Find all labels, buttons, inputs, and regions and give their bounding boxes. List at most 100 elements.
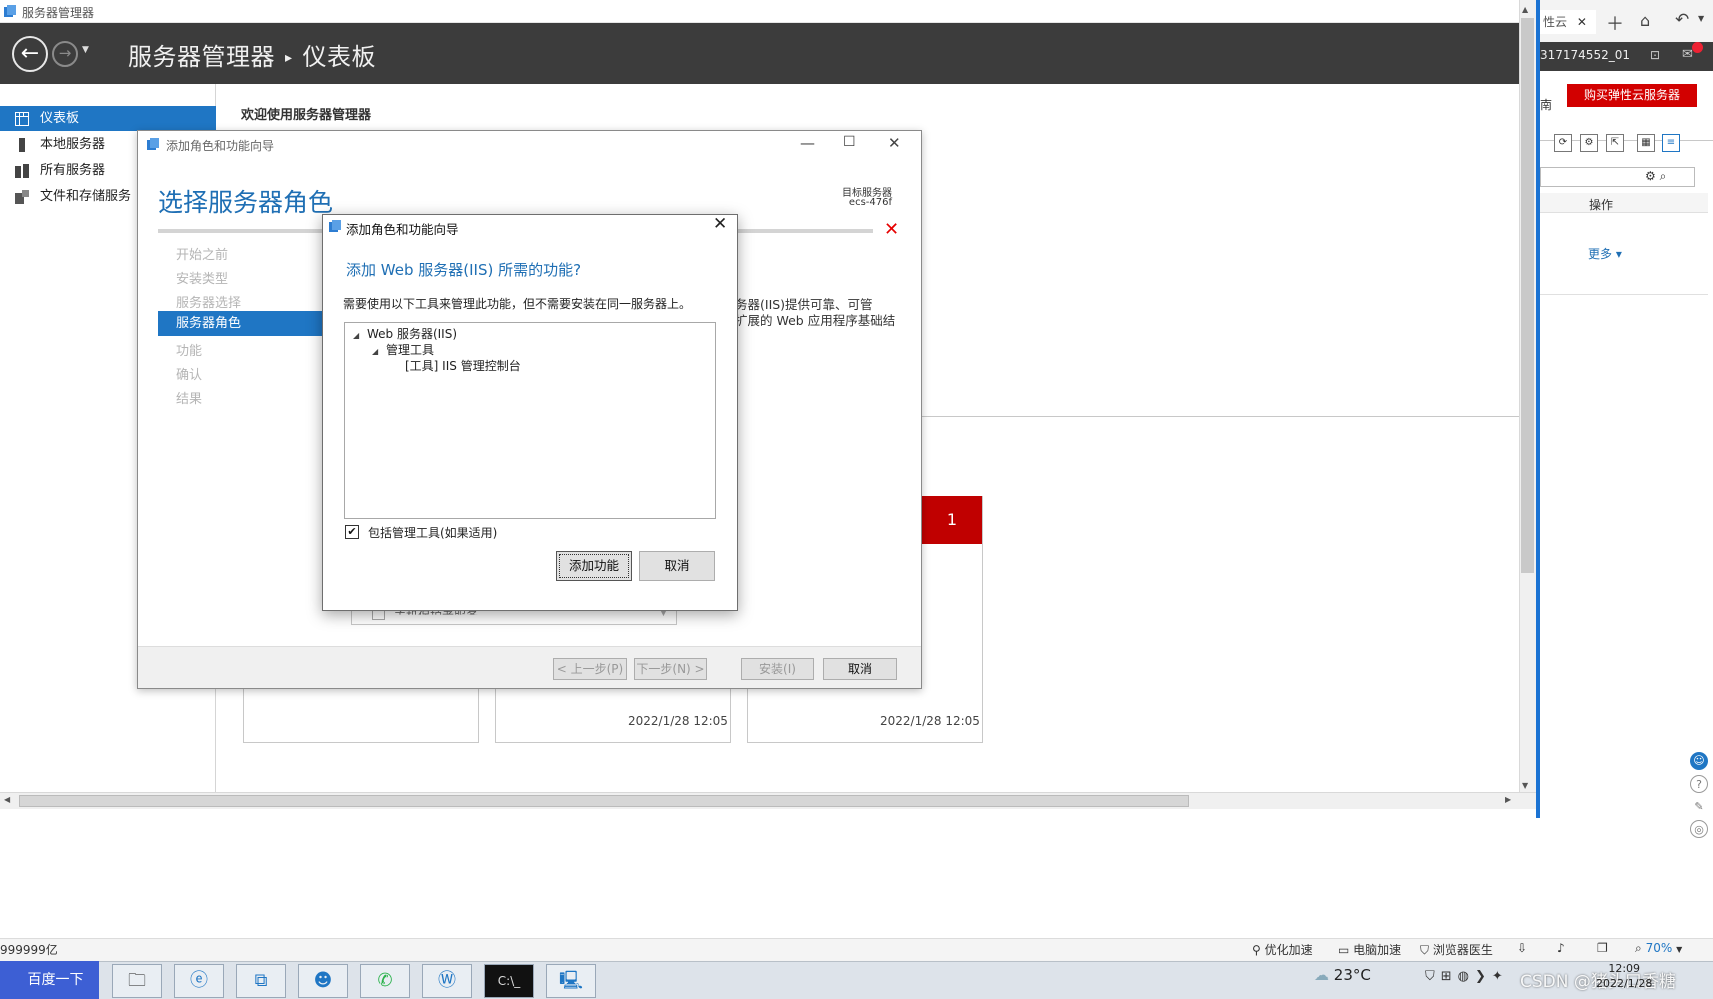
optimize-speed-item[interactable]: ⚲ 优化加速 (1252, 941, 1313, 958)
sidebar-item-label: 本地服务器 (40, 137, 106, 152)
wizard-step[interactable]: 安装类型 (176, 268, 228, 287)
scroll-left-icon[interactable]: ◀ (4, 795, 10, 804)
close-icon[interactable]: ✕ (888, 134, 901, 152)
help-icon[interactable]: ? (1690, 775, 1708, 793)
wizard-step[interactable]: 功能 (176, 340, 202, 359)
gear-icon[interactable]: ⚙ (1580, 134, 1598, 152)
browser-tab[interactable]: 性云 ✕ (1540, 10, 1596, 34)
list-view-icon[interactable]: ≡ (1662, 134, 1680, 152)
close-tab-icon[interactable]: ✕ (1571, 15, 1587, 29)
network-icon[interactable]: ⊞ (1441, 969, 1458, 984)
chevron-icon[interactable]: ❯ (1475, 969, 1492, 984)
tab-label: 性云 (1543, 15, 1568, 29)
search-icon[interactable]: ⚙ ⌕ (1645, 169, 1666, 184)
bird-icon[interactable]: ✦ (1492, 969, 1509, 984)
wizard-step[interactable]: 确认 (176, 364, 202, 383)
new-tab-icon[interactable]: ＋ (1606, 10, 1624, 36)
wizard-step-active[interactable]: 服务器角色 (158, 311, 322, 336)
tree-item-leaf[interactable]: [工具] IIS 管理控制台 (405, 357, 521, 374)
dialog-title: 添加角色和功能向导 (346, 222, 459, 237)
wizard-step[interactable]: 服务器选择 (176, 292, 241, 311)
undo-icon[interactable]: ↶ (1675, 10, 1689, 30)
divider (919, 416, 1519, 417)
wizard-step[interactable]: 开始之前 (176, 244, 228, 263)
clock-time: 12:09 (1608, 962, 1641, 975)
shield-icon[interactable]: ⛉ (1425, 969, 1441, 984)
edit-icon[interactable]: ✎ (1690, 798, 1708, 816)
globe-icon[interactable]: ◍ (1458, 969, 1475, 984)
weather-widget[interactable]: ☁ 23°C (1314, 966, 1371, 984)
network-monitor-icon[interactable]: 🖳 (546, 964, 596, 998)
scroll-right-icon[interactable]: ▶ (1505, 795, 1511, 804)
maximize-icon[interactable]: ☐ (843, 134, 856, 150)
include-tools-label: 包括管理工具(如果适用) (368, 526, 498, 540)
command-prompt-icon[interactable]: C:\_ (484, 964, 534, 998)
window-icon[interactable]: ❐ (1597, 941, 1608, 955)
taskbar-clock[interactable]: 12:09 2022/1/28 (1596, 961, 1652, 991)
sidebar-item-dashboard[interactable]: 仪表板 (0, 106, 216, 131)
more-actions-link[interactable]: 更多 ▾ (1588, 245, 1622, 262)
browser-doctor-item[interactable]: ⛉ 浏览器医生 (1420, 941, 1493, 958)
wps-icon[interactable]: Ⓦ (422, 964, 472, 998)
tree-item-child[interactable]: ◢ 管理工具 (372, 341, 434, 358)
tile-timestamp: 2022/1/28 12:05 (880, 714, 980, 728)
baidu-search-button[interactable]: 百度一下 (0, 961, 99, 999)
console-search-input[interactable] (1540, 167, 1695, 187)
error-x-icon[interactable]: ✕ (884, 219, 899, 240)
settings-icon[interactable]: ◎ (1690, 820, 1708, 838)
ie-browser-icon[interactable]: ⓔ (174, 964, 224, 998)
expand-caret-icon[interactable]: ◢ (353, 331, 359, 340)
zoom-control[interactable]: ⌕ 70% ▼ (1635, 941, 1682, 956)
sidebar-item-label: 所有服务器 (40, 163, 106, 178)
back-arrow-icon[interactable]: ← (12, 36, 48, 72)
tree-item-root[interactable]: ◢ Web 服务器(IIS) (353, 325, 457, 342)
features-tree[interactable]: ◢ Web 服务器(IIS) ◢ 管理工具 [工具] IIS 管理控制台 (344, 322, 716, 519)
export-icon[interactable]: ⇱ (1606, 134, 1624, 152)
terminal-icon[interactable]: ⊡ (1650, 48, 1660, 62)
wizard-cancel-button[interactable]: 取消 (823, 658, 897, 680)
notification-dot (1692, 42, 1703, 53)
clock-date: 2022/1/28 (1596, 977, 1653, 990)
install-button[interactable]: 安装(I) (741, 658, 814, 680)
message-icon[interactable]: ✉ (1682, 47, 1693, 62)
cloud-icon: ☁ (1314, 966, 1329, 984)
expand-caret-icon[interactable]: ◢ (372, 347, 378, 356)
remote-desktop-icon[interactable]: ⧉ (236, 964, 286, 998)
dashboard-tile[interactable] (243, 686, 479, 743)
console-nav-text[interactable]: 南 (1540, 96, 1552, 113)
alert-count-badge[interactable]: 1 (922, 496, 982, 544)
zoom-icon: ⌕ (1635, 941, 1642, 955)
next-button[interactable]: 下一步(N) > (634, 658, 707, 680)
wizard-step[interactable]: 结果 (176, 388, 202, 407)
qq-icon[interactable]: ☻ (298, 964, 348, 998)
pc-speed-item[interactable]: ▭ 电脑加速 (1338, 941, 1401, 958)
prev-button[interactable]: < 上一步(P) (553, 658, 627, 680)
file-explorer-icon[interactable]: 🗀 (112, 964, 162, 998)
sidebar-item-label: 文件和存储服务 (40, 189, 132, 204)
include-tools-checkbox[interactable]: ✔ (345, 525, 359, 539)
wechat-icon[interactable]: ✆ (360, 964, 410, 998)
horizontal-scroll-thumb[interactable] (19, 795, 1189, 807)
scroll-up-icon[interactable]: ▲ (1522, 5, 1528, 14)
server-manager-app-icon (4, 5, 16, 17)
page-title: 服务器管理器 ▸ 仪表板 (128, 37, 376, 72)
vertical-scroll-thumb[interactable] (1521, 18, 1534, 573)
grid-view-icon[interactable]: ▦ (1637, 134, 1655, 152)
refresh-icon[interactable]: ⟳ (1554, 134, 1572, 152)
download-icon[interactable]: ⇩ (1517, 941, 1527, 955)
chevron-down-icon[interactable]: ▼ (82, 45, 89, 55)
forward-arrow-icon[interactable]: → (52, 41, 78, 67)
scroll-down-icon[interactable]: ▼ (1522, 781, 1528, 790)
chevron-down-icon[interactable]: ▼ (1698, 14, 1704, 23)
minimize-icon[interactable]: — (800, 134, 815, 152)
briefcase-icon[interactable]: ⌂ (1640, 11, 1650, 30)
dialog-cancel-button[interactable]: 取消 (639, 551, 715, 581)
storage-icon (15, 190, 29, 204)
target-server-value: ecs-476f (848, 197, 892, 208)
buy-ecs-button[interactable]: 购买弹性云服务器 (1567, 84, 1697, 107)
system-tray[interactable]: ⛉⊞◍❯✦ (1425, 969, 1509, 984)
volume-icon[interactable]: ♪ (1557, 941, 1565, 955)
close-icon[interactable]: ✕ (713, 214, 727, 234)
add-features-button[interactable]: 添加功能 (556, 551, 632, 581)
chat-support-icon[interactable]: ☺ (1690, 752, 1708, 770)
